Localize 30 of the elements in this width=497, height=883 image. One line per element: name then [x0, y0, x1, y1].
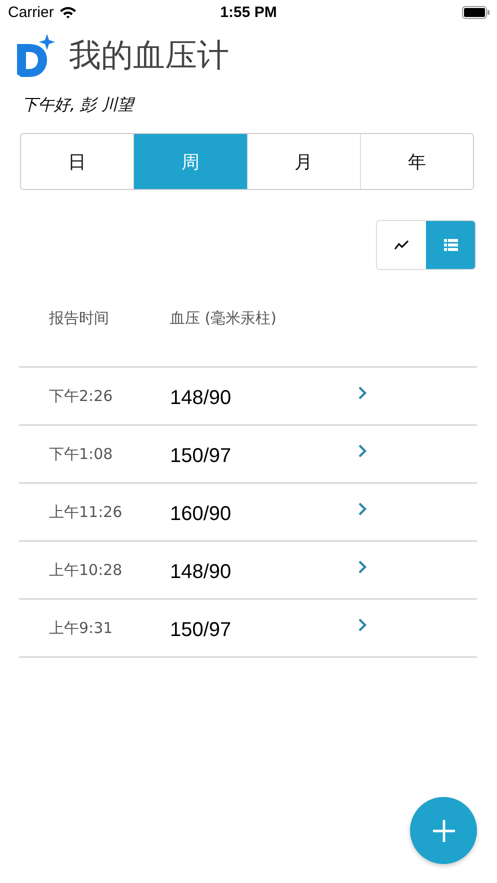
column-header: 报告时间	[48, 308, 110, 328]
time-cell-text: 上午9:31	[48, 618, 114, 638]
pressure-cell-text: 148/90	[170, 386, 232, 410]
chevron-right-icon[interactable]	[358, 444, 367, 458]
list-view-button[interactable]	[426, 221, 475, 269]
line-chart-icon	[394, 240, 410, 250]
app-title: 我的血压计	[69, 35, 229, 76]
chevron-right-icon[interactable]	[358, 502, 367, 516]
chevron-right-icon[interactable]	[358, 618, 367, 632]
time-cell-text: 下午1:08	[48, 444, 114, 464]
plus-icon	[432, 818, 456, 842]
list-icon	[444, 239, 458, 251]
time-cell-text: 上午10:28	[48, 560, 124, 580]
battery-icon	[462, 6, 490, 19]
period-tab[interactable]: 年	[360, 134, 473, 189]
status-time: 1:55 PM	[220, 4, 277, 21]
column-header: 血压 (毫米汞柱)	[170, 308, 278, 328]
time-cell-text: 上午11:26	[48, 502, 124, 522]
pressure-cell-text: 160/90	[170, 502, 232, 526]
pressure-cell-text: 150/97	[170, 444, 232, 468]
wifi-icon	[58, 6, 77, 19]
time-cell-text: 下午2:26	[48, 386, 114, 406]
chevron-right-icon[interactable]	[358, 386, 367, 400]
pressure-cell-text: 150/97	[170, 618, 232, 642]
app-logo-icon	[17, 34, 57, 78]
chevron-right-icon[interactable]	[358, 560, 367, 574]
carrier-label: Carrier	[8, 4, 54, 21]
greeting-text: 下午好, 彭 川望	[22, 95, 136, 116]
add-button[interactable]	[410, 797, 477, 864]
pressure-cell-text: 148/90	[170, 560, 232, 584]
